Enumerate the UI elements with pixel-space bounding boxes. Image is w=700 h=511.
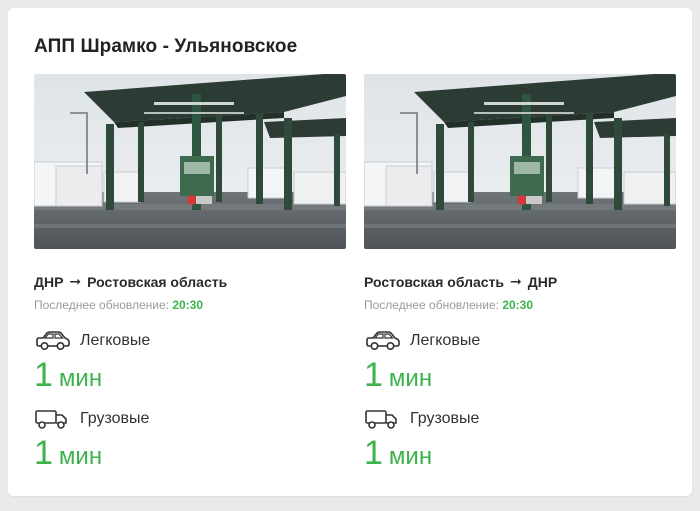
truck-icon <box>364 408 400 430</box>
cars-wait-time: 1 мин <box>34 358 346 392</box>
car-icon <box>364 330 400 352</box>
truck-icon <box>34 408 70 430</box>
cars-wait-time: 1 мин <box>364 358 676 392</box>
direction-route: ДНР ➞ Ростовская область <box>34 273 346 290</box>
cars-row: Легковые <box>364 330 676 352</box>
trucks-wait-value: 1 <box>34 434 53 472</box>
route-to: ДНР <box>527 273 558 290</box>
checkpoint-photo <box>364 74 676 249</box>
trucks-wait-unit: мин <box>58 443 103 470</box>
cars-label: Легковые <box>410 332 481 349</box>
car-icon <box>34 330 70 352</box>
cars-wait-unit: мин <box>58 365 103 392</box>
trucks-row: Грузовые <box>364 408 676 430</box>
cars-row: Легковые <box>34 330 346 352</box>
trucks-row: Грузовые <box>34 408 346 430</box>
route-from: Ростовская область <box>364 273 505 290</box>
route-from: ДНР <box>34 273 64 290</box>
last-updated-time: 20:30 <box>172 298 204 312</box>
cars-label: Легковые <box>80 332 151 349</box>
last-updated: Последнее обновление: 20:30 <box>364 298 676 312</box>
arrow-right-icon: ➞ <box>510 273 522 289</box>
cars-wait-value: 1 <box>34 356 53 394</box>
direction-route: Ростовская область ➞ ДНР <box>364 273 676 290</box>
trucks-wait-time: 1 мин <box>34 436 346 470</box>
last-updated-time: 20:30 <box>502 298 534 312</box>
direction-column-1: ДНР ➞ Ростовская область Последнее обнов… <box>34 74 346 470</box>
last-updated-label: Последнее обновление: <box>34 298 169 312</box>
cars-wait-unit: мин <box>388 365 433 392</box>
last-updated: Последнее обновление: 20:30 <box>34 298 346 312</box>
trucks-label: Грузовые <box>80 410 150 427</box>
trucks-wait-value: 1 <box>364 434 383 472</box>
trucks-label: Грузовые <box>410 410 480 427</box>
route-to: Ростовская область <box>87 273 228 290</box>
trucks-wait-unit: мин <box>388 443 433 470</box>
trucks-wait-time: 1 мин <box>364 436 676 470</box>
checkpoint-photo <box>34 74 346 249</box>
arrow-right-icon: ➞ <box>69 273 82 289</box>
direction-column-2: Ростовская область ➞ ДНР Последнее обнов… <box>364 74 676 470</box>
checkpoint-card: АПП Шрамко - Ульяновское ДНР ➞ Ростовска… <box>8 8 692 496</box>
last-updated-label: Последнее обновление: <box>364 298 499 312</box>
cars-wait-value: 1 <box>364 356 383 394</box>
checkpoint-title: АПП Шрамко - Ульяновское <box>34 36 298 57</box>
